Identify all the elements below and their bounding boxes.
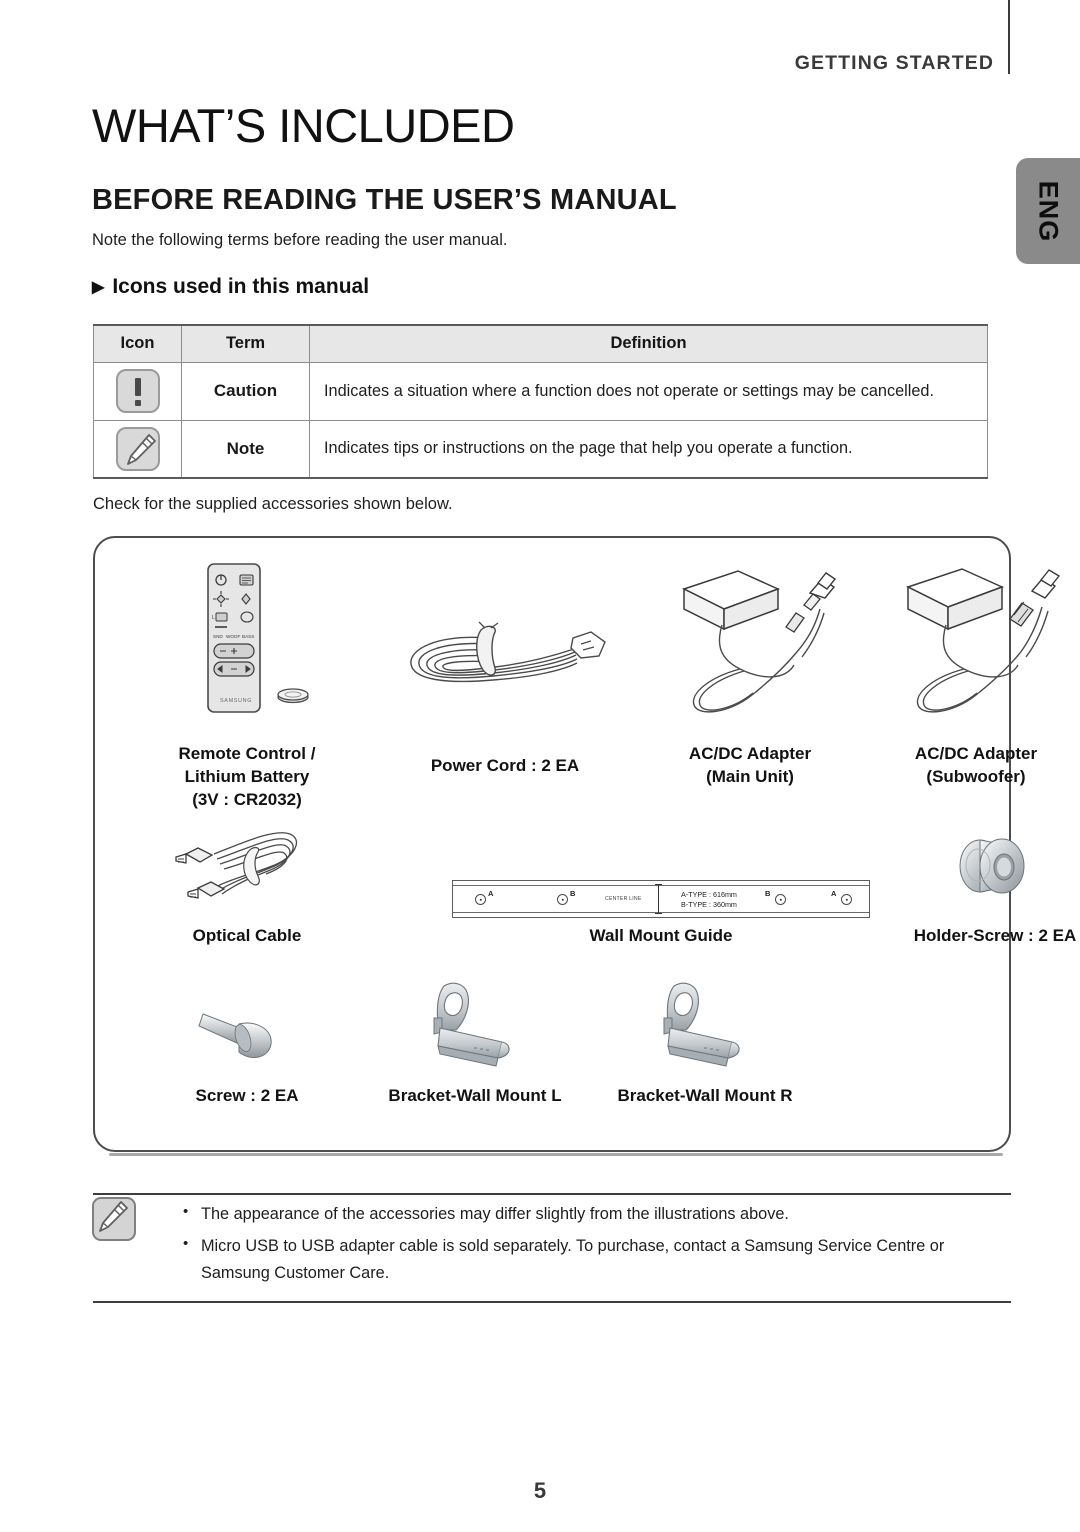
accessory-label: Holder-Screw : 2 EA [913, 926, 1077, 945]
center-line-label: CENTER LINE [605, 896, 642, 902]
optical-cable-illustration [117, 814, 377, 918]
accessory-label: Wall Mount Guide [589, 926, 733, 945]
note-icon [115, 426, 160, 471]
header-divider [1008, 0, 1010, 74]
accessory-ac-dc-adapter-subwoofer: AC/DC Adapter (Subwoofer) [860, 552, 1080, 788]
page-title: WHAT’S INCLUDED [92, 99, 515, 152]
svg-text:SAMSUNG: SAMSUNG [220, 698, 252, 704]
type-a-dimension: A-TYPE : 616mm [681, 890, 737, 899]
intro-text: Note the following terms before reading … [92, 231, 508, 249]
cell-term-note: Note [181, 419, 310, 479]
caution-icon [115, 369, 160, 413]
ac-dc-adapter-subwoofer-illustration [860, 552, 1080, 728]
accessory-remote-control: L SND WOOF BASS SAMSUNG Remote Control /… [117, 552, 377, 811]
svg-text:L: L [212, 615, 215, 621]
holder-screw-illustration [895, 814, 1080, 918]
column-header-term: Term [181, 324, 310, 363]
svg-text:WOOF: WOOF [226, 634, 240, 639]
accessory-wall-mount-guide: A B CENTER LINE A-TYPE : 616mm B-TYPE : … [363, 814, 959, 947]
guide-hole-label-a2: A [831, 889, 837, 898]
note-icon [92, 1197, 136, 1241]
guide-hole-a2 [841, 894, 852, 905]
subsection-heading-label: Icons used in this manual [112, 275, 370, 298]
accessory-screw: Screw : 2 EA [117, 978, 377, 1107]
triangle-right-icon: ▶ [92, 279, 105, 296]
screw-illustration [117, 978, 377, 1078]
remote-control-illustration: L SND WOOF BASS SAMSUNG [117, 552, 377, 728]
note-rule-top [93, 1193, 1011, 1195]
guide-hole-label-b1: B [570, 889, 576, 898]
wall-mount-guide-strip: A B CENTER LINE A-TYPE : 616mm B-TYPE : … [452, 880, 870, 918]
accessory-label: AC/DC Adapter (Subwoofer) [914, 744, 1038, 787]
table-header-row: Icon Term Definition [93, 324, 988, 363]
cell-term-caution: Caution [181, 361, 310, 421]
accessory-label: Power Cord : 2 EA [430, 756, 580, 775]
bracket-wall-mount-r-illustration [575, 978, 835, 1078]
subsection-heading: ▶ Icons used in this manual [92, 275, 369, 299]
cell-icon-caution [93, 361, 182, 421]
section-title: BEFORE READING THE USER’S MANUAL [92, 184, 677, 216]
header-kicker: GETTING STARTED [794, 52, 994, 74]
accessory-power-cord: Power Cord : 2 EA [370, 552, 640, 777]
accessory-label: Optical Cable [192, 926, 302, 945]
cell-icon-note [93, 419, 182, 479]
check-accessories-text: Check for the supplied accessories shown… [93, 495, 453, 513]
column-header-icon: Icon [93, 324, 182, 363]
note-item: The appearance of the accessories may di… [181, 1200, 1011, 1227]
table-row: Note Indicates tips or instructions on t… [93, 419, 988, 479]
note-list: The appearance of the accessories may di… [181, 1200, 1011, 1292]
page-number: 5 [533, 1478, 547, 1503]
table-row: Caution Indicates a situation where a fu… [93, 361, 988, 421]
cell-definition-caution: Indicates a situation where a function d… [309, 361, 988, 421]
svg-text:BASS: BASS [242, 634, 254, 639]
ac-dc-adapter-main-illustration [635, 552, 865, 728]
accessory-holder-screw: Holder-Screw : 2 EA [895, 814, 1080, 947]
center-line-marker [653, 884, 665, 915]
wall-mount-guide-illustration: A B CENTER LINE A-TYPE : 616mm B-TYPE : … [363, 814, 959, 918]
language-tab-label: ENG [1033, 180, 1064, 242]
note-rule-bottom [93, 1301, 1011, 1303]
accessories-panel: L SND WOOF BASS SAMSUNG Remote Control /… [93, 536, 1076, 1156]
accessory-optical-cable: Optical Cable [117, 814, 377, 947]
accessory-label: AC/DC Adapter (Main Unit) [688, 744, 812, 787]
icon-legend-table: Icon Term Definition Caution Indicates a… [93, 324, 988, 479]
type-b-dimension: B-TYPE : 360mm [681, 900, 737, 910]
accessory-label: Screw : 2 EA [195, 1086, 299, 1105]
power-cord-illustration [370, 552, 640, 728]
accessory-bracket-wall-mount-r: Bracket-Wall Mount R [575, 978, 835, 1107]
cell-definition-note: Indicates tips or instructions on the pa… [309, 419, 988, 479]
accessory-bracket-wall-mount-l: Bracket-Wall Mount L [345, 978, 605, 1107]
guide-hole-b1 [557, 894, 568, 905]
accessory-label: Bracket-Wall Mount R [617, 1086, 793, 1105]
manual-page: GETTING STARTED ENG WHAT’S INCLUDED BEFO… [0, 0, 1080, 1532]
guide-band [453, 885, 869, 913]
guide-hole-label-b2: B [765, 889, 771, 898]
svg-text:SND: SND [213, 634, 223, 639]
note-item: Micro USB to USB adapter cable is sold s… [181, 1232, 1011, 1286]
bracket-wall-mount-l-illustration [345, 978, 605, 1078]
column-header-definition: Definition [309, 324, 988, 363]
accessory-label: Remote Control / Lithium Battery (3V : C… [178, 744, 316, 810]
language-tab-eng: ENG [1016, 158, 1080, 264]
guide-hole-a1 [475, 894, 486, 905]
guide-type-dimensions: A-TYPE : 616mm B-TYPE : 360mm [681, 890, 737, 911]
accessory-ac-dc-adapter-main: AC/DC Adapter (Main Unit) [635, 552, 865, 788]
guide-hole-label-a1: A [488, 889, 494, 898]
accessory-label: Bracket-Wall Mount L [388, 1086, 562, 1105]
guide-hole-b2 [775, 894, 786, 905]
